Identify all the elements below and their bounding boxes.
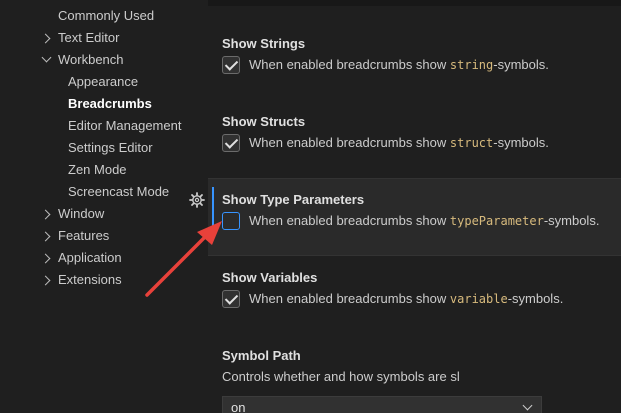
select-value: on: [231, 400, 246, 413]
symbol-path-select[interactable]: on: [222, 396, 542, 413]
setting-description: When enabled breadcrumbs show typeParame…: [249, 213, 599, 228]
chevron-right-icon[interactable]: [40, 275, 51, 286]
setting-show-variables: Show Variables When enabled breadcrumbs …: [208, 256, 621, 328]
setting-show-strings: Show Strings When enabled breadcrumbs sh…: [208, 22, 621, 94]
setting-description: Controls whether and how symbols are sl: [222, 369, 460, 384]
chevron-right-icon[interactable]: [40, 33, 51, 44]
desc-code: typeParameter: [449, 214, 544, 228]
chevron-down-icon[interactable]: [41, 52, 52, 63]
setting-title: Show Structs: [222, 114, 306, 129]
focus-indicator: [212, 187, 214, 235]
desc-code: struct: [449, 136, 494, 150]
desc-text: -symbols.: [493, 135, 549, 150]
setting-show-type-parameters: Show Type Parameters When enabled breadc…: [208, 178, 621, 256]
setting-description: When enabled breadcrumbs show struct-sym…: [249, 135, 549, 150]
checkbox-show-variables[interactable]: [222, 290, 240, 308]
desc-code: variable: [449, 292, 508, 306]
tree-item-settings-editor[interactable]: Settings Editor: [68, 137, 153, 159]
settings-tree: Commonly Used Text Editor Workbench Appe…: [0, 0, 210, 413]
tree-item-application[interactable]: Application: [58, 247, 122, 269]
setting-title: Show Type Parameters: [222, 192, 365, 207]
gear-icon[interactable]: [189, 192, 205, 208]
checkbox-show-structs[interactable]: [222, 134, 240, 152]
settings-screen: Commonly Used Text Editor Workbench Appe…: [0, 0, 621, 413]
desc-text: When enabled breadcrumbs show: [249, 135, 450, 150]
tree-item-text-editor[interactable]: Text Editor: [58, 27, 119, 49]
setting-title: Show Strings: [222, 36, 306, 51]
chevron-right-icon[interactable]: [40, 209, 51, 220]
top-strip: [208, 0, 621, 6]
desc-text: When enabled breadcrumbs show: [249, 213, 450, 228]
tree-item-window[interactable]: Window: [58, 203, 104, 225]
setting-description: When enabled breadcrumbs show string-sym…: [249, 57, 549, 72]
checkbox-show-type-parameters[interactable]: [222, 212, 240, 230]
chevron-right-icon[interactable]: [40, 253, 51, 264]
chevron-down-icon: [522, 400, 533, 411]
tree-item-features[interactable]: Features: [58, 225, 109, 247]
setting-description: When enabled breadcrumbs show variable-s…: [249, 291, 563, 306]
chevron-right-icon[interactable]: [40, 231, 51, 242]
desc-text: -symbols.: [493, 57, 549, 72]
tree-item-commonly-used[interactable]: Commonly Used: [58, 5, 154, 27]
tree-item-screencast-mode[interactable]: Screencast Mode: [68, 181, 169, 203]
setting-show-structs: Show Structs When enabled breadcrumbs sh…: [208, 100, 621, 172]
tree-item-appearance[interactable]: Appearance: [68, 71, 138, 93]
desc-text: When enabled breadcrumbs show: [249, 57, 450, 72]
desc-text: -symbols.: [507, 291, 564, 306]
desc-code: string: [449, 58, 494, 72]
tree-item-zen-mode[interactable]: Zen Mode: [68, 159, 127, 181]
desc-text: -symbols.: [543, 213, 600, 228]
setting-title: Symbol Path: [222, 348, 301, 363]
tree-item-breadcrumbs[interactable]: Breadcrumbs: [68, 93, 152, 115]
tree-item-extensions[interactable]: Extensions: [58, 269, 122, 291]
tree-item-workbench[interactable]: Workbench: [58, 49, 124, 71]
desc-text: When enabled breadcrumbs show: [249, 291, 450, 306]
tree-item-editor-management[interactable]: Editor Management: [68, 115, 181, 137]
setting-title: Show Variables: [222, 270, 318, 285]
checkbox-show-strings[interactable]: [222, 56, 240, 74]
